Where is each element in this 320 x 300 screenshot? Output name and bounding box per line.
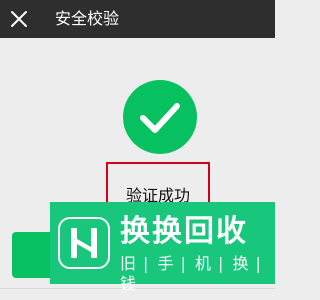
watermark-subtitle: 旧 | 手 | 机 | 换 | 钱 [120,254,262,293]
watermark-sub-char: 换 [232,254,250,273]
watermark-sub-char: 手 [157,254,175,273]
watermark-sub-char: 钱 [120,274,138,293]
page-title: 安全校验 [55,9,120,28]
check-circle-icon [123,80,197,154]
watermark-logo-icon [58,217,110,269]
watermark-sub-char: 旧 [120,254,138,273]
watermark-sub-char: 机 [195,254,213,273]
close-icon[interactable] [10,10,28,28]
watermark-title: 换换回收 [120,214,248,249]
top-bar: 安全校验 [0,0,275,38]
watermark-banner: 换换回收 旧 | 手 | 机 | 换 | 钱 [50,202,275,293]
